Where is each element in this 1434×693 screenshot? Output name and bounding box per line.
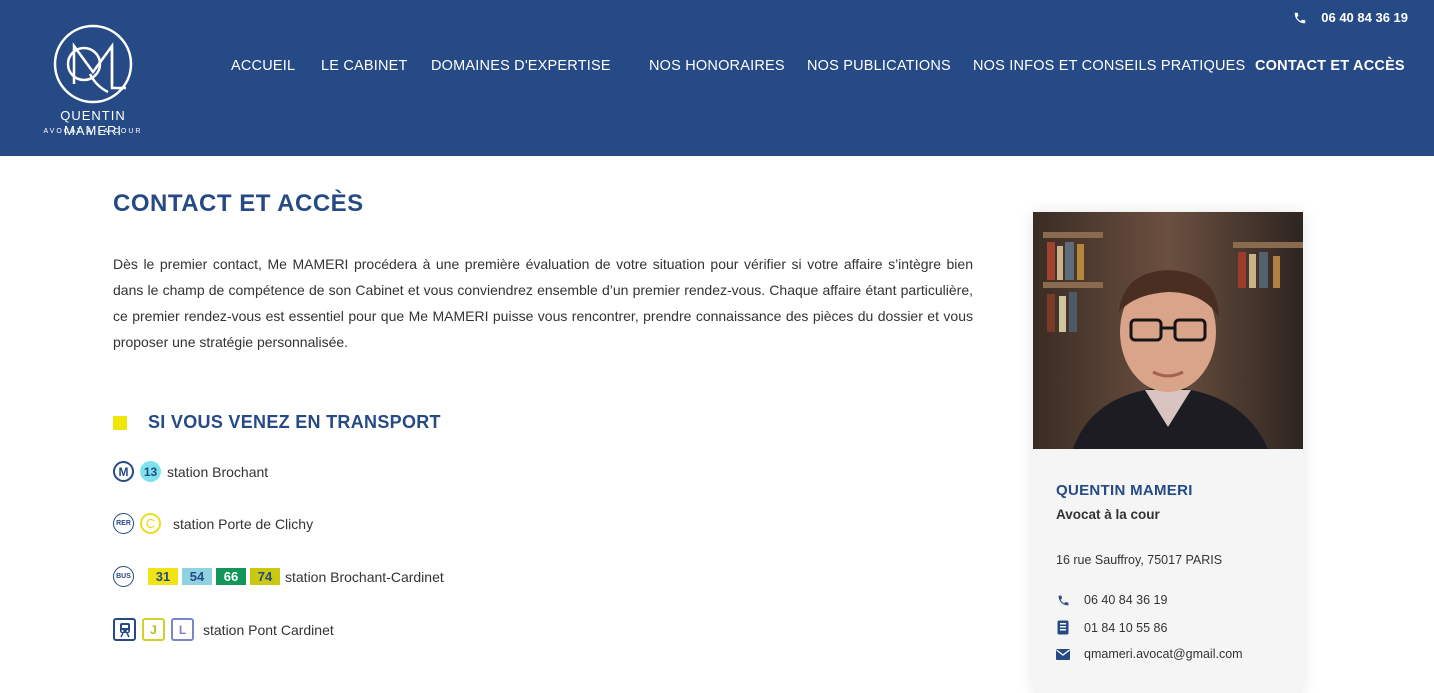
yellow-square-icon <box>113 415 127 430</box>
page-title: CONTACT ET ACCÈS <box>113 190 364 217</box>
logo-subtitle: AVOCAT À LA COUR <box>43 128 143 135</box>
intro-paragraph: Dès le premier contact, Me MAMERI procéd… <box>113 256 973 350</box>
bus-icon: BUS <box>113 566 134 587</box>
metro-line-badge: 13 <box>140 461 161 482</box>
transport-bus: BUS 31 54 66 74 station Brochant-Cardine… <box>113 566 444 587</box>
card-fax[interactable]: 01 84 10 55 86 <box>1056 620 1167 635</box>
rer-line-badge: C <box>140 513 161 534</box>
nav-domaines-expertise[interactable]: DOMAINES D'EXPERTISE <box>431 58 611 74</box>
card-phone[interactable]: 06 40 84 36 19 <box>1056 593 1167 607</box>
bus-line-badge: 54 <box>182 568 212 585</box>
train-station: station Pont Cardinet <box>203 621 334 638</box>
card-role: Avocat à la cour <box>1056 507 1160 522</box>
rer-station: station Porte de Clichy <box>173 515 314 532</box>
bus-line-badge: 74 <box>250 568 280 585</box>
bus-line-badge: 31 <box>148 568 178 585</box>
nav-infos-conseils[interactable]: NOS INFOS ET CONSEILS PRATIQUES <box>973 58 1245 74</box>
lawyer-card: QUENTIN MAMERI Avocat à la cour 16 rue S… <box>1033 212 1303 693</box>
transport-train: J L station Pont Cardinet <box>113 618 334 641</box>
nav-le-cabinet[interactable]: LE CABINET <box>321 58 408 74</box>
nav-nos-publications[interactable]: NOS PUBLICATIONS <box>807 58 951 74</box>
nav-nos-honoraires[interactable]: NOS HONORAIRES <box>649 58 785 74</box>
metro-station: station Brochant <box>167 463 269 480</box>
nav-accueil[interactable]: ACCUEIL <box>231 58 295 74</box>
train-line-badge: L <box>171 618 194 641</box>
bus-line-badge: 66 <box>216 568 246 585</box>
transport-heading-label: SI VOUS VENEZ EN TRANSPORT <box>148 412 441 432</box>
site-logo[interactable]: QUENTIN MAMERI AVOCAT À LA COUR <box>30 22 156 140</box>
header-phone-number: 06 40 84 36 19 <box>1321 10 1408 25</box>
card-email-address: qmameri.avocat@gmail.com <box>1084 647 1243 661</box>
metro-icon: M <box>113 461 134 482</box>
train-icon <box>113 618 136 641</box>
phone-icon <box>1295 12 1306 23</box>
transport-heading: SI VOUS VENEZ EN TRANSPORT <box>113 412 441 433</box>
phone-icon <box>1056 594 1070 607</box>
header-phone[interactable]: 06 40 84 36 19 <box>1293 10 1408 25</box>
transport-rer: RER C station Porte de Clichy <box>113 513 313 534</box>
transport-metro: M 13 station Brochant <box>113 461 268 482</box>
nav-contact-acces[interactable]: CONTACT ET ACCÈS <box>1255 58 1405 74</box>
card-address: 16 rue Sauffroy, 75017 PARIS <box>1056 553 1223 567</box>
site-header: QUENTIN MAMERI AVOCAT À LA COUR 06 40 84… <box>0 0 1434 156</box>
train-line-badge: J <box>142 618 165 641</box>
card-name: QUENTIN MAMERI <box>1056 482 1193 499</box>
envelope-icon <box>1056 648 1070 660</box>
bus-station: station Brochant-Cardinet <box>285 568 444 585</box>
lawyer-photo <box>1033 212 1303 449</box>
card-email[interactable]: qmameri.avocat@gmail.com <box>1056 647 1243 661</box>
rer-icon: RER <box>113 513 134 534</box>
card-phone-number: 06 40 84 36 19 <box>1084 593 1168 607</box>
fax-icon <box>1056 620 1070 635</box>
card-fax-number: 01 84 10 55 86 <box>1084 620 1168 635</box>
monogram-logo-icon <box>53 24 133 104</box>
